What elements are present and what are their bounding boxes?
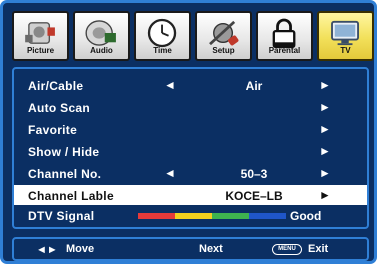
left-arrow-icon[interactable]: ◄ — [164, 78, 176, 92]
tab-parental[interactable]: Parental — [256, 11, 313, 61]
row-label: Auto Scan — [28, 101, 91, 115]
menu-row-show-hide[interactable]: Show / Hide ► — [14, 141, 367, 161]
signal-segment — [212, 213, 249, 219]
tab-time[interactable]: Time — [134, 11, 191, 61]
menu-row-channel-lable[interactable]: Channel Lable KOCE–LB ► — [14, 185, 367, 205]
signal-segment — [138, 213, 175, 219]
menu-row-dtv-signal: DTV Signal Good — [14, 205, 367, 225]
left-right-icon: ◄► — [36, 244, 58, 256]
menu-row-channel-no[interactable]: Channel No. ◄ 50–3 ► — [14, 163, 367, 183]
exit-label: Exit — [308, 243, 329, 255]
tab-label: Setup — [212, 46, 235, 55]
tab-label: Parental — [268, 46, 301, 55]
move-label: Move — [66, 243, 95, 255]
left-arrow-icon[interactable]: ◄ — [164, 166, 176, 180]
menu-row-air-cable[interactable]: Air/Cable ◄ Air ► — [14, 75, 367, 95]
tab-picture[interactable]: Picture — [12, 11, 69, 61]
right-arrow-icon[interactable]: ► — [319, 100, 331, 114]
row-label: Show / Hide — [28, 145, 100, 159]
right-arrow-icon[interactable]: ► — [319, 122, 331, 136]
next-label: Next — [199, 243, 223, 255]
tab-label: Picture — [26, 46, 55, 55]
tab-label: Time — [153, 46, 172, 55]
row-label: Channel No. — [28, 167, 102, 181]
menu-row-favorite[interactable]: Favorite ► — [14, 119, 367, 139]
tab-tv[interactable]: TV — [317, 11, 374, 61]
row-label: DTV Signal — [28, 209, 95, 223]
tab-bar: Picture Audio Time Setup Parental TV — [12, 11, 374, 61]
menu-panel: Air/Cable ◄ Air ► Auto Scan ► Favorite ►… — [12, 67, 369, 229]
right-arrow-icon[interactable]: ► — [319, 78, 331, 92]
row-label: Favorite — [28, 123, 78, 137]
menu-key-icon: MENU — [272, 244, 302, 255]
row-value: Air — [245, 79, 263, 93]
signal-segment — [249, 213, 286, 219]
row-value: 50–3 — [240, 167, 268, 181]
menu-row-auto-scan[interactable]: Auto Scan ► — [14, 97, 367, 117]
tv-menu-frame: Picture Audio Time Setup Parental TV Air… — [0, 0, 377, 264]
right-arrow-icon[interactable]: ► — [319, 188, 331, 202]
signal-segment — [175, 213, 212, 219]
tab-label: TV — [340, 46, 351, 55]
signal-strength-bar — [138, 213, 286, 219]
signal-quality: Good — [290, 209, 322, 223]
row-label: Channel Lable — [28, 189, 114, 203]
tab-audio[interactable]: Audio — [73, 11, 130, 61]
footer-bar: ◄► Move Next MENU Exit — [12, 237, 369, 261]
right-arrow-icon[interactable]: ► — [319, 166, 331, 180]
right-arrow-icon[interactable]: ► — [319, 144, 331, 158]
tab-setup[interactable]: Setup — [195, 11, 252, 61]
row-value: KOCE–LB — [225, 189, 283, 203]
tab-label: Audio — [90, 46, 113, 55]
row-label: Air/Cable — [28, 79, 84, 93]
